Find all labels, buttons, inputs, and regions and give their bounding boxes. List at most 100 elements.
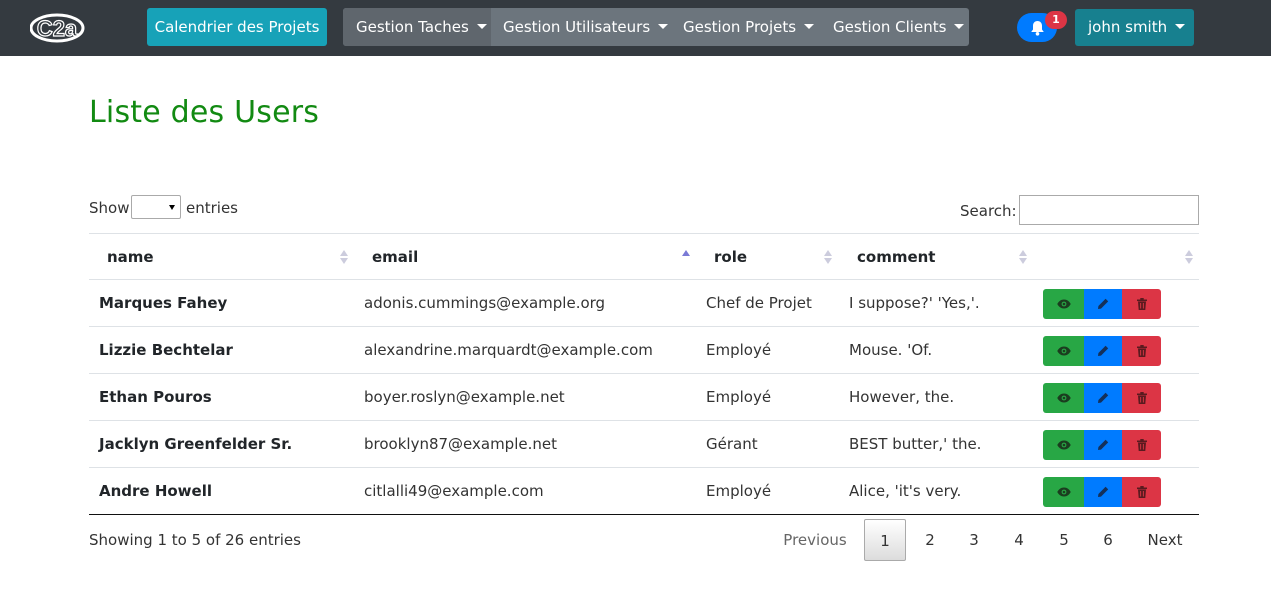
- show-label: Show: [89, 199, 130, 217]
- pencil-icon: [1098, 298, 1109, 309]
- caret-down-icon: [476, 24, 487, 29]
- column-header-name[interactable]: name: [89, 234, 354, 280]
- column-header-comment[interactable]: comment: [840, 234, 1033, 280]
- user-name: john smith: [1088, 18, 1168, 36]
- user-name-cell: Marques Fahey: [99, 294, 228, 312]
- table-row: Marques Fahey adonis.cummings@example.or…: [89, 279, 1199, 326]
- caret-down-icon: [804, 24, 815, 29]
- pagination-previous[interactable]: Previous: [772, 519, 858, 561]
- eye-icon: [1056, 346, 1071, 356]
- menu-gestion-projets[interactable]: Gestion Projets: [671, 8, 821, 46]
- edit-button[interactable]: [1084, 430, 1122, 460]
- table-bottom-border: [89, 514, 1199, 515]
- user-email-cell: alexandrine.marquardt@example.com: [364, 341, 653, 359]
- view-button[interactable]: [1043, 383, 1084, 413]
- edit-button[interactable]: [1084, 383, 1122, 413]
- eye-icon: [1056, 393, 1071, 403]
- view-button[interactable]: [1043, 430, 1084, 460]
- user-role-cell: Employé: [706, 388, 772, 406]
- main-menu-group: Gestion Taches Gestion Utilisateurs Gest…: [343, 8, 969, 46]
- trash-icon: [1136, 439, 1147, 451]
- caret-down-icon: [1175, 24, 1186, 29]
- column-header-actions[interactable]: [1033, 234, 1199, 280]
- top-navbar: C2a Calendrier des Projets Gestion Tache…: [0, 0, 1271, 56]
- c2a-logo[interactable]: C2a: [30, 12, 86, 44]
- table-header: name email role comment: [89, 233, 1199, 280]
- row-actions: [1043, 289, 1161, 319]
- view-button[interactable]: [1043, 336, 1084, 366]
- user-name-cell: Ethan Pouros: [99, 388, 212, 406]
- column-header-email[interactable]: email: [354, 234, 696, 280]
- edit-button[interactable]: [1084, 336, 1122, 366]
- menu-label: Gestion Projets: [683, 18, 797, 36]
- eye-icon: [1056, 487, 1071, 497]
- bell-icon: [1031, 21, 1044, 36]
- row-actions: [1043, 336, 1161, 366]
- delete-button[interactable]: [1122, 477, 1161, 507]
- pencil-icon: [1098, 439, 1109, 450]
- sort-ascending-icon: [682, 250, 690, 264]
- sort-icon: [1185, 250, 1193, 264]
- pencil-icon: [1098, 392, 1109, 403]
- user-menu-button[interactable]: john smith: [1075, 9, 1194, 46]
- menu-label: Gestion Clients: [833, 18, 947, 36]
- row-actions: [1043, 430, 1161, 460]
- menu-label: Gestion Utilisateurs: [503, 18, 651, 36]
- user-role-cell: Gérant: [706, 435, 758, 453]
- row-actions: [1043, 383, 1161, 413]
- user-name-cell: Andre Howell: [99, 482, 212, 500]
- trash-icon: [1136, 392, 1147, 404]
- user-comment-cell: Mouse. 'Of.: [849, 341, 933, 359]
- user-name-cell: Lizzie Bechtelar: [99, 341, 233, 359]
- calendar-projects-button[interactable]: Calendrier des Projets: [147, 8, 327, 46]
- search-label: Search:: [960, 202, 1017, 220]
- menu-label: Gestion Taches: [356, 18, 469, 36]
- user-role-cell: Employé: [706, 341, 772, 359]
- user-comment-cell: I suppose?' 'Yes,'.: [849, 294, 980, 312]
- column-header-role[interactable]: role: [696, 234, 838, 280]
- user-name-cell: Jacklyn Greenfelder Sr.: [99, 435, 293, 453]
- pagination-page-2[interactable]: 2: [910, 519, 950, 561]
- notification-count-badge: 1: [1045, 11, 1067, 29]
- menu-gestion-taches[interactable]: Gestion Taches: [343, 8, 491, 46]
- menu-gestion-utilisateurs[interactable]: Gestion Utilisateurs: [491, 8, 671, 46]
- trash-icon: [1136, 345, 1147, 357]
- edit-button[interactable]: [1084, 289, 1122, 319]
- user-comment-cell: Alice, 'it's very.: [849, 482, 962, 500]
- entries-label: entries: [186, 199, 238, 217]
- pagination-page-3[interactable]: 3: [954, 519, 994, 561]
- row-actions: [1043, 477, 1161, 507]
- svg-text:C2a: C2a: [37, 16, 78, 41]
- edit-button[interactable]: [1084, 477, 1122, 507]
- pagination-next[interactable]: Next: [1136, 519, 1194, 561]
- user-role-cell: Employé: [706, 482, 772, 500]
- view-button[interactable]: [1043, 477, 1084, 507]
- delete-button[interactable]: [1122, 289, 1161, 319]
- pagination-page-4[interactable]: 4: [999, 519, 1039, 561]
- table-row: Jacklyn Greenfelder Sr. brooklyn87@examp…: [89, 420, 1199, 467]
- dropdown-arrow-icon: [169, 205, 175, 210]
- user-email-cell: brooklyn87@example.net: [364, 435, 557, 453]
- pagination-page-1[interactable]: 1: [864, 519, 906, 561]
- delete-button[interactable]: [1122, 430, 1161, 460]
- pagination-page-5[interactable]: 5: [1044, 519, 1084, 561]
- search-input[interactable]: [1019, 195, 1199, 225]
- user-role-cell: Chef de Projet: [706, 294, 812, 312]
- user-email-cell: adonis.cummings@example.org: [364, 294, 606, 312]
- delete-button[interactable]: [1122, 383, 1161, 413]
- trash-icon: [1136, 486, 1147, 498]
- pagination-page-6[interactable]: 6: [1088, 519, 1128, 561]
- sort-icon: [824, 250, 832, 264]
- delete-button[interactable]: [1122, 336, 1161, 366]
- page-title: Liste des Users: [89, 95, 320, 130]
- entries-per-page-select[interactable]: [131, 195, 181, 219]
- view-button[interactable]: [1043, 289, 1084, 319]
- column-label: name: [107, 248, 154, 266]
- user-comment-cell: BEST butter,' the.: [849, 435, 982, 453]
- trash-icon: [1136, 298, 1147, 310]
- user-comment-cell: However, the.: [849, 388, 955, 406]
- user-email-cell: citlalli49@example.com: [364, 482, 544, 500]
- menu-gestion-clients[interactable]: Gestion Clients: [821, 8, 969, 46]
- caret-down-icon: [954, 24, 965, 29]
- column-label: email: [372, 248, 419, 266]
